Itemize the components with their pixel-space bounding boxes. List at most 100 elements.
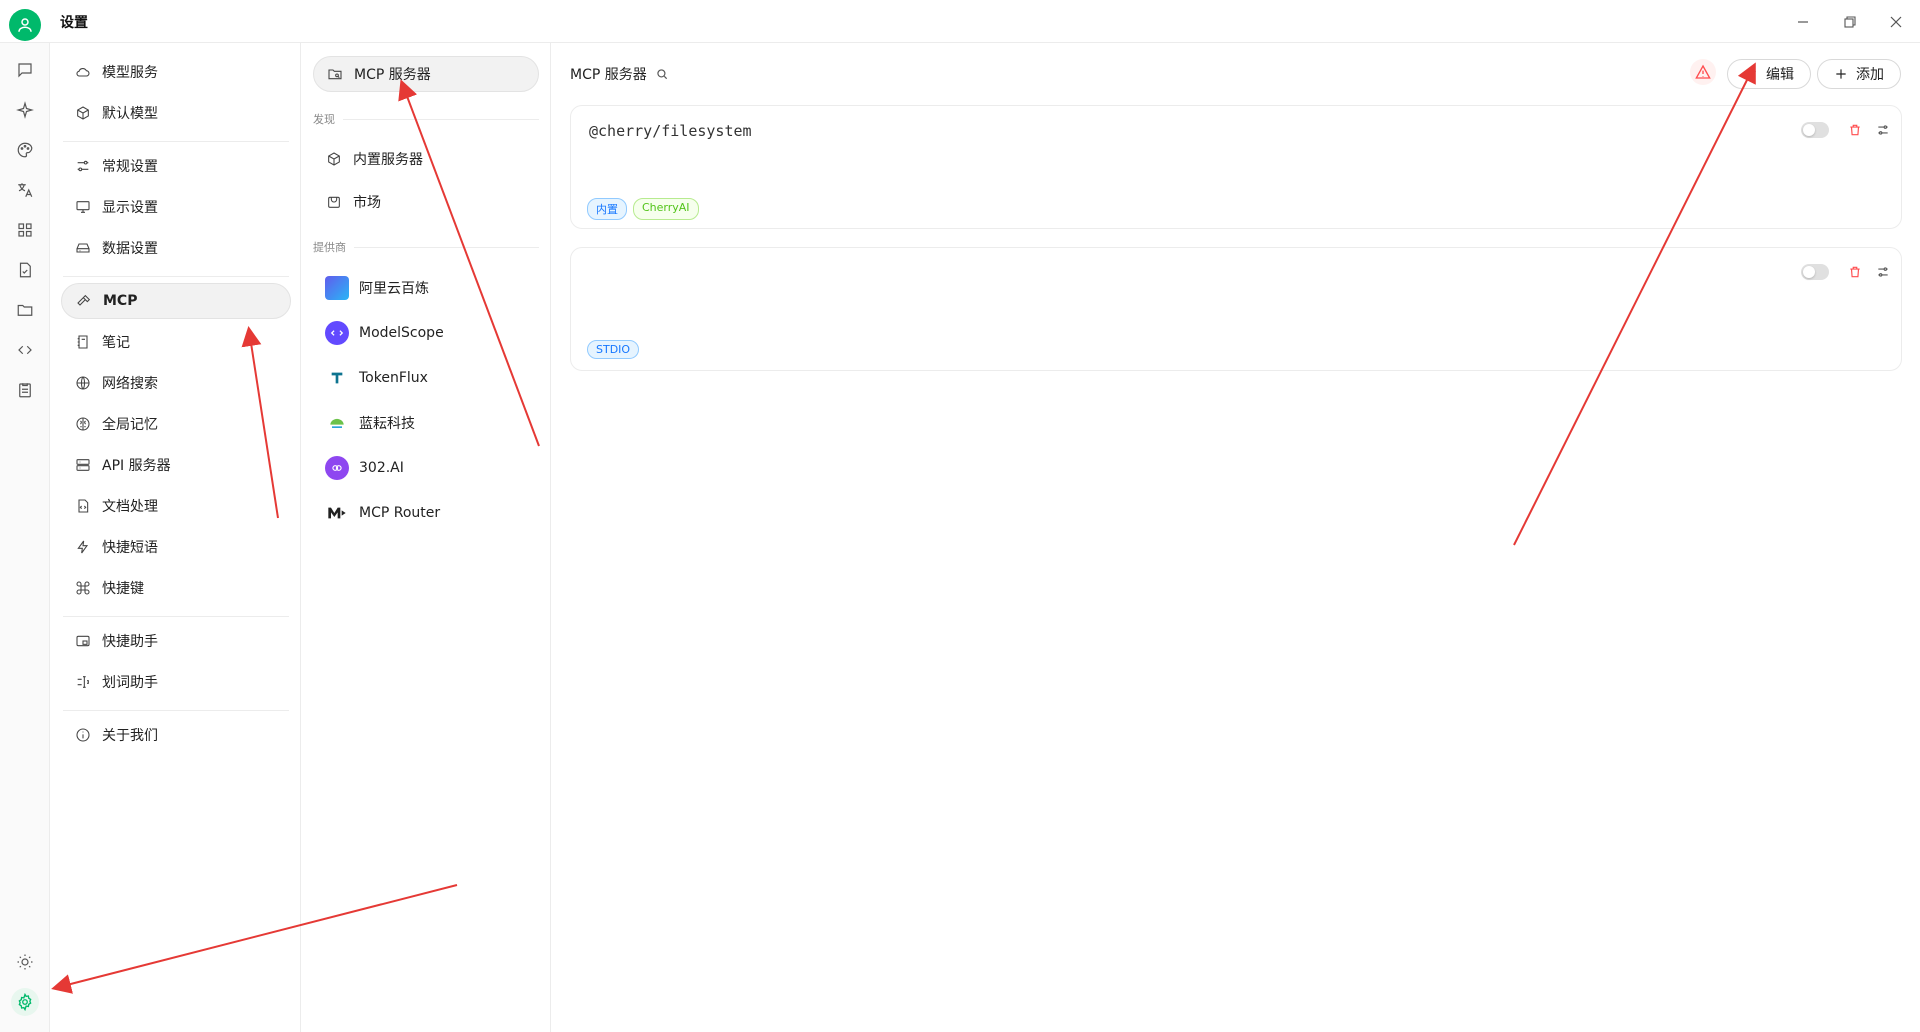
trash-icon (1850, 266, 1860, 278)
delete-button[interactable] (1845, 120, 1865, 140)
server-settings-button[interactable] (1873, 120, 1893, 140)
mcp-router-logo-icon (325, 501, 349, 525)
server-tags: STDIO (587, 340, 640, 359)
rail-agents[interactable] (13, 98, 37, 122)
mcp-submenu: MCP 服务器 发现 内置服务器 市场 提供商 阿里云百炼 ModelScope… (301, 43, 551, 1032)
sub-item-mcp-servers[interactable]: MCP 服务器 (313, 56, 539, 92)
title-bar: 设置 (0, 0, 1920, 43)
menu-item-global-memory[interactable]: 全局记忆 (61, 406, 291, 442)
provider-tokenflux[interactable]: TokenFlux (325, 363, 428, 393)
rail-paint[interactable] (13, 138, 37, 162)
cloud-icon (74, 63, 92, 81)
menu-item-general[interactable]: 常规设置 (61, 148, 291, 184)
tokenflux-logo-icon (325, 366, 349, 390)
menu-item-label: 快捷键 (102, 581, 144, 597)
server-card[interactable]: @cherry/filesystem 内置 CherryAI (570, 105, 1902, 229)
window-title: 设置 (60, 15, 88, 31)
folder-icon (17, 304, 33, 316)
menu-item-default-model[interactable]: 默认模型 (61, 95, 291, 131)
modelscope-logo-icon (325, 321, 349, 345)
providers-heading: 提供商 (313, 239, 539, 255)
menu-item-label: 默认模型 (102, 106, 158, 122)
warning-icon (1695, 64, 1711, 79)
rail-notes[interactable] (13, 378, 37, 402)
lanyun-logo-icon (325, 411, 349, 435)
files-icon (19, 262, 31, 278)
tag-cherryai: CherryAI (633, 198, 699, 220)
rail-chat[interactable] (13, 58, 37, 82)
server-enable-toggle[interactable] (1801, 122, 1829, 138)
settings-menu: 模型服务 默认模型 常规设置 显示设置 数据设置 MCP 笔记 网络搜索 全局记… (51, 43, 301, 1032)
package-icon (325, 150, 343, 168)
menu-item-web-search[interactable]: 网络搜索 (61, 365, 291, 401)
rail-code[interactable] (13, 338, 37, 362)
menu-item-label: 划词助手 (102, 675, 158, 691)
menu-item-label: 文档处理 (102, 499, 158, 515)
close-button[interactable] (1884, 10, 1908, 34)
server-enable-toggle[interactable] (1801, 264, 1829, 280)
sub-item-market[interactable]: 市场 (313, 184, 539, 220)
provider-aliyun-bailian[interactable]: 阿里云百炼 (325, 273, 429, 303)
user-avatar[interactable] (9, 9, 41, 41)
menu-divider (63, 141, 289, 142)
server-card[interactable]: STDIO (570, 247, 1902, 371)
menu-item-notes[interactable]: 笔记 (61, 324, 291, 360)
minimize-button[interactable] (1791, 10, 1815, 34)
sub-item-label: MCP 服务器 (354, 67, 431, 83)
menu-item-label: 快捷助手 (102, 634, 158, 650)
menu-item-label: 关于我们 (102, 728, 158, 744)
info-icon (74, 726, 92, 744)
pencil-icon (1744, 67, 1758, 81)
globe-icon (74, 374, 92, 392)
warning-button[interactable] (1690, 59, 1716, 85)
command-icon (74, 579, 92, 597)
provider-modelscope[interactable]: ModelScope (325, 318, 444, 348)
menu-item-label: 网络搜索 (102, 376, 158, 392)
server-icon (74, 456, 92, 474)
minimize-icon (1798, 21, 1808, 23)
menu-item-selection-assistant[interactable]: 划词助手 (61, 664, 291, 700)
menu-item-label: 常规设置 (102, 159, 158, 175)
translate-icon (18, 183, 33, 197)
server-name: @cherry/filesystem (589, 122, 752, 140)
rail-files[interactable] (13, 258, 37, 282)
menu-item-model-service[interactable]: 模型服务 (61, 54, 291, 90)
provider-302ai[interactable]: 302.AI (325, 453, 404, 483)
monitor-icon (74, 198, 92, 216)
restore-button[interactable] (1838, 10, 1862, 34)
main-panel: MCP 服务器 编辑 添加 @cherry/filesystem 内置 Cher… (552, 43, 1920, 1032)
sub-item-builtin-servers[interactable]: 内置服务器 (313, 141, 539, 177)
tag-builtin: 内置 (587, 198, 627, 220)
sub-item-label: 市场 (353, 195, 381, 211)
rail-folder[interactable] (13, 298, 37, 322)
menu-item-display[interactable]: 显示设置 (61, 189, 291, 225)
menu-item-api-server[interactable]: API 服务器 (61, 447, 291, 483)
rail-apps[interactable] (13, 218, 37, 242)
search-icon[interactable] (655, 67, 669, 81)
server-settings-button[interactable] (1873, 262, 1893, 282)
window-icon (74, 632, 92, 650)
provider-lanyun[interactable]: 蓝耘科技 (325, 408, 415, 438)
delete-button[interactable] (1845, 262, 1865, 282)
menu-item-quick-phrases[interactable]: 快捷短语 (61, 529, 291, 565)
tag-stdio: STDIO (587, 340, 640, 359)
menu-item-mcp[interactable]: MCP (61, 283, 291, 319)
provider-mcp-router[interactable]: MCP Router (325, 498, 440, 528)
rail-translate[interactable] (13, 178, 37, 202)
theme-toggle[interactable] (13, 950, 37, 974)
rail-settings[interactable] (11, 988, 39, 1016)
edit-button[interactable]: 编辑 (1727, 59, 1811, 89)
code-icon (18, 345, 32, 355)
menu-item-data[interactable]: 数据设置 (61, 230, 291, 266)
menu-item-shortcuts[interactable]: 快捷键 (61, 570, 291, 606)
menu-item-doc-processing[interactable]: 文档处理 (61, 488, 291, 524)
menu-item-about[interactable]: 关于我们 (61, 717, 291, 753)
chat-icon (18, 63, 32, 78)
add-button[interactable]: 添加 (1817, 59, 1901, 89)
menu-item-quick-assistant[interactable]: 快捷助手 (61, 623, 291, 659)
menu-item-label: 模型服务 (102, 65, 158, 81)
notebook-icon (74, 333, 92, 351)
icon-rail (0, 43, 50, 1032)
302ai-logo-icon (325, 456, 349, 480)
server-tags: 内置 CherryAI (587, 198, 699, 220)
